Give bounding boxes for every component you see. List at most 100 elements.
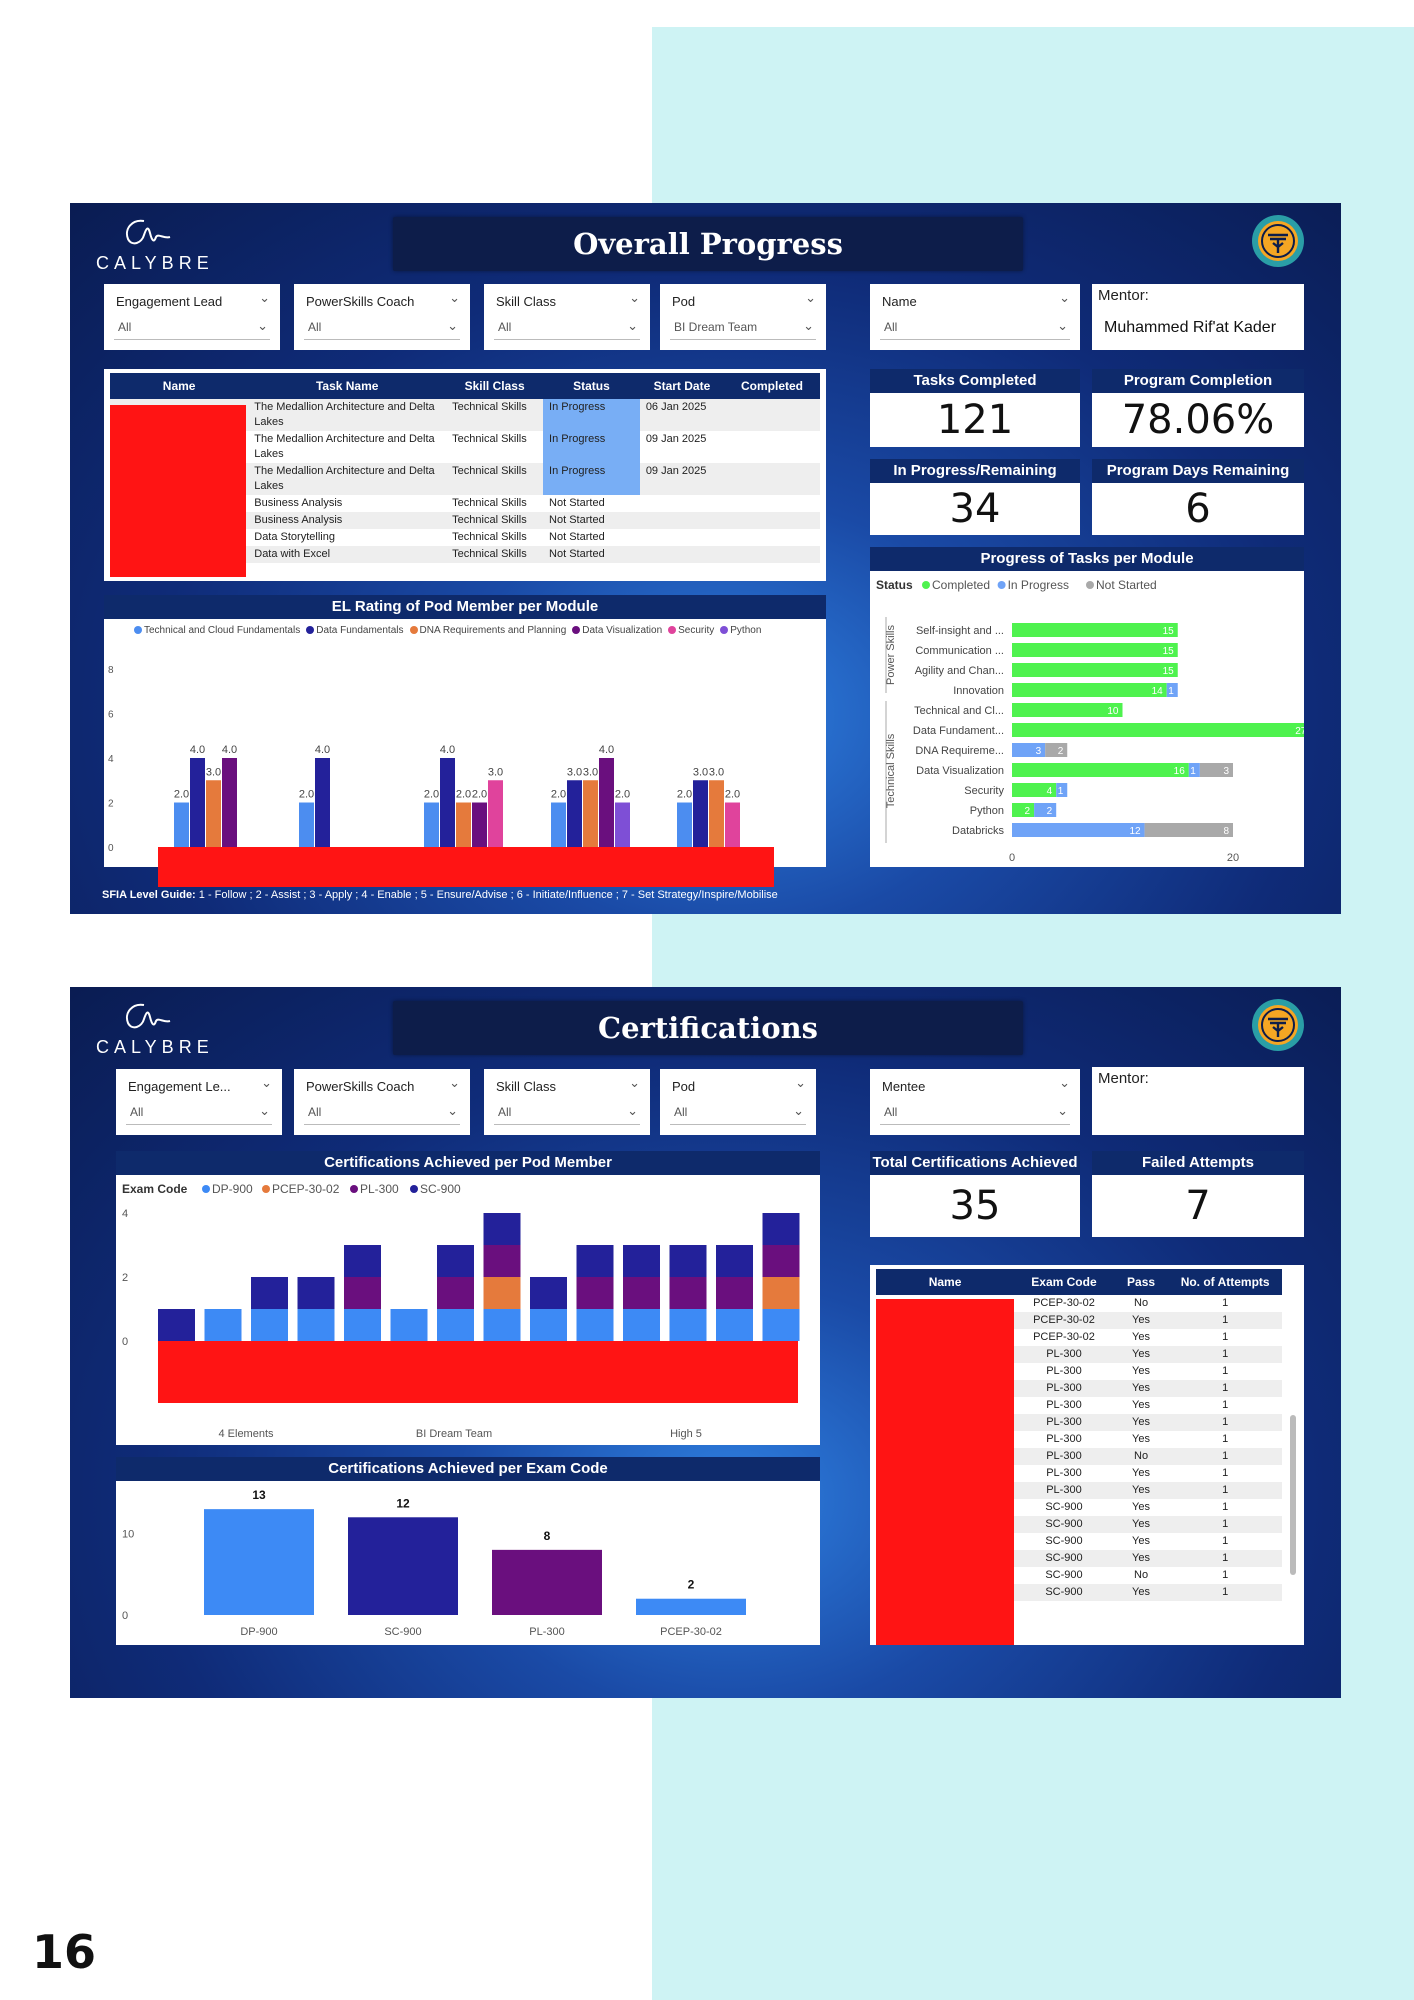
chevron-down-icon[interactable]: ⌄ <box>1059 290 1070 306</box>
page-title: Certifications <box>598 1011 818 1045</box>
slicer-skill-class[interactable]: Skill Class ⌄ All ⌄ <box>484 1069 650 1135</box>
column-header[interactable]: Completed <box>724 373 820 399</box>
y-tick-label: 4 <box>122 1208 128 1220</box>
category-label: Technical and Cl... <box>914 705 1004 717</box>
legend-title: Status <box>876 578 913 592</box>
x-tick-label: DP-900 <box>240 1626 277 1638</box>
bar <box>677 802 692 847</box>
chevron-down-icon[interactable]: ⌄ <box>1057 1103 1068 1119</box>
slicer-powerskills-coach[interactable]: PowerSkills Coach ⌄ All ⌄ <box>294 284 470 350</box>
table-cell: Yes <box>1132 1484 1150 1496</box>
data-label: 14 <box>1152 686 1164 697</box>
chevron-down-icon[interactable]: ⌄ <box>261 1075 272 1091</box>
column-header[interactable]: Name <box>876 1269 1015 1295</box>
kpi-value: 6 <box>1092 483 1304 535</box>
data-label: 2 <box>1025 806 1031 817</box>
column-header[interactable]: No. of Attempts <box>1168 1269 1282 1295</box>
chevron-down-icon[interactable]: ⌄ <box>803 318 814 334</box>
slicer-dropdown[interactable]: All ⌄ <box>880 1100 1070 1125</box>
cert-per-member-chart: Exam Code DP-900 PCEP-30-02 PL-300 SC-900 0 2 4… <box>122 1182 800 1440</box>
slicer-dropdown[interactable]: All ⌄ <box>670 1100 806 1125</box>
table-cell: Yes <box>1132 1535 1150 1547</box>
chevron-down-icon[interactable]: ⌄ <box>629 290 640 306</box>
table-cell: Yes <box>1132 1348 1150 1360</box>
bar-segment <box>762 1309 800 1341</box>
data-label: 2 <box>688 1578 695 1592</box>
chevron-down-icon[interactable]: ⌄ <box>793 1103 804 1119</box>
chevron-down-icon[interactable]: ⌄ <box>627 318 638 334</box>
table-cell: No <box>1134 1569 1149 1581</box>
column-header[interactable]: Task Name <box>248 373 447 399</box>
chevron-down-icon[interactable]: ⌄ <box>627 1103 638 1119</box>
chevron-down-icon[interactable]: ⌄ <box>449 290 460 306</box>
slicer-engagement-lead[interactable]: Engagement Le... ⌄ All ⌄ <box>116 1069 282 1135</box>
category-label: Databricks <box>952 825 1004 837</box>
chevron-down-icon[interactable]: ⌄ <box>447 318 458 334</box>
table-cell: PL-300 <box>1046 1348 1082 1360</box>
bar-segment <box>483 1277 521 1309</box>
data-label: 2.0 <box>424 789 439 801</box>
slicer-mentee[interactable]: Mentee ⌄ All ⌄ <box>870 1069 1080 1135</box>
legend-swatch <box>922 581 930 589</box>
slicer-pod[interactable]: Pod ⌄ BI Dream Team ⌄ <box>660 284 826 350</box>
table-cell <box>724 495 820 512</box>
chevron-down-icon[interactable]: ⌄ <box>795 1075 806 1091</box>
bar-segment <box>762 1277 800 1309</box>
kpi-program-completion: Program Completion 78.06% <box>1092 369 1304 447</box>
y-tick-label: 2 <box>122 1272 128 1284</box>
table-cell: 1 <box>1222 1399 1229 1411</box>
slicer-pod[interactable]: Pod ⌄ All ⌄ <box>660 1069 816 1135</box>
calybre-logo: CALYBRE <box>96 999 209 1059</box>
data-label: 2.0 <box>456 789 471 801</box>
sfia-footer: SFIA Level Guide: 1 - Follow ; 2 - Assis… <box>102 889 778 901</box>
chevron-down-icon[interactable]: ⌄ <box>1059 1075 1070 1091</box>
chevron-down-icon[interactable]: ⌄ <box>629 1075 640 1091</box>
x-group-label: High 5 <box>670 1428 702 1440</box>
data-label: 8 <box>544 1529 551 1543</box>
slicer-dropdown[interactable]: All ⌄ <box>126 1100 272 1125</box>
table-scrollbar[interactable] <box>1290 1415 1296 1575</box>
chevron-down-icon[interactable]: ⌄ <box>805 290 816 306</box>
bar <box>204 1509 314 1615</box>
slicer-dropdown[interactable]: BI Dream Team ⌄ <box>670 315 816 340</box>
chevron-down-icon[interactable]: ⌄ <box>259 290 270 306</box>
slicer-dropdown[interactable]: All ⌄ <box>494 1100 640 1125</box>
slicer-dropdown[interactable]: All ⌄ <box>880 315 1070 340</box>
slicer-dropdown[interactable]: All ⌄ <box>114 315 270 340</box>
slicer-label: Skill Class <box>496 1079 556 1094</box>
slicer-dropdown[interactable]: All ⌄ <box>304 1100 460 1125</box>
table-header-row: Name Exam Code Pass No. of Attempts <box>876 1269 1282 1295</box>
column-header[interactable]: Name <box>110 373 249 399</box>
bar <box>440 758 455 847</box>
bar-segment <box>390 1309 428 1341</box>
column-header[interactable]: Skill Class <box>446 373 544 399</box>
column-header[interactable]: Exam Code <box>1014 1269 1114 1295</box>
chevron-down-icon[interactable]: ⌄ <box>1057 318 1068 334</box>
bar-segment <box>716 1309 753 1341</box>
chevron-down-icon[interactable]: ⌄ <box>447 1103 458 1119</box>
bar-segment <box>251 1277 288 1309</box>
column-header[interactable]: Start Date <box>639 373 725 399</box>
slicer-dropdown[interactable]: All ⌄ <box>304 315 460 340</box>
slicer-engagement-lead[interactable]: Engagement Lead ⌄ All ⌄ <box>104 284 280 350</box>
data-label: 10 <box>1107 706 1119 717</box>
data-label: 3.0 <box>567 766 582 778</box>
bar-segment <box>1012 663 1178 677</box>
certifications-dashboard: CALYBRE Certifications Engagement Le... ⌄… <box>70 987 1341 1698</box>
footer-text: 1 - Follow ; 2 - Assist ; 3 - Apply ; 4 … <box>195 889 778 901</box>
legend-swatch <box>350 1185 358 1193</box>
bar <box>599 758 614 847</box>
slicer-dropdown[interactable]: All ⌄ <box>494 315 640 340</box>
chevron-down-icon[interactable]: ⌄ <box>259 1103 270 1119</box>
kpi-value: 121 <box>870 393 1080 447</box>
column-header[interactable]: Status <box>543 373 640 399</box>
bar-segment <box>669 1309 707 1341</box>
column-header[interactable]: Pass <box>1113 1269 1169 1295</box>
slicer-powerskills-coach[interactable]: PowerSkills Coach ⌄ All ⌄ <box>294 1069 470 1135</box>
chevron-down-icon[interactable]: ⌄ <box>449 1075 460 1091</box>
slicer-label: Mentee <box>882 1079 926 1094</box>
slicer-skill-class[interactable]: Skill Class ⌄ All ⌄ <box>484 284 650 350</box>
table-cell: 06 Jan 2025 <box>645 401 707 413</box>
chevron-down-icon[interactable]: ⌄ <box>257 318 268 334</box>
slicer-name[interactable]: Name ⌄ All ⌄ <box>870 284 1080 350</box>
